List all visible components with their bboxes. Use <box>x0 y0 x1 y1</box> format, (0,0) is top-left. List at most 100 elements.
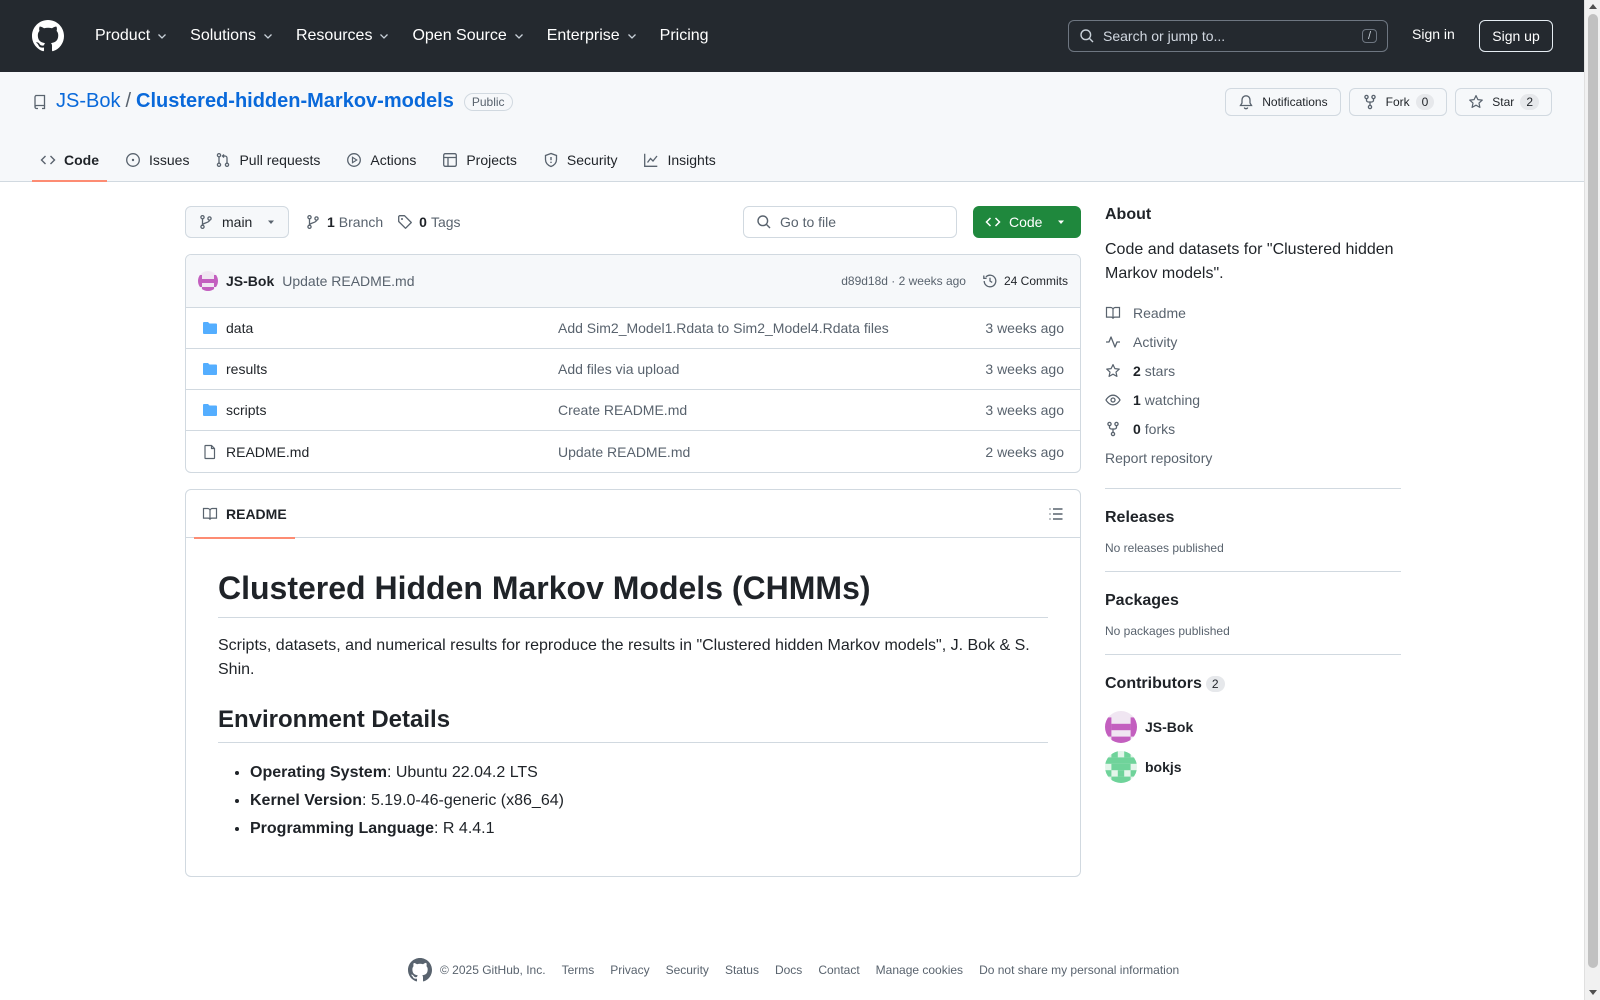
commit-author-link[interactable]: JS-Bok <box>226 273 274 289</box>
tags-link[interactable]: 0 Tags <box>397 214 461 230</box>
global-header: Product Solutions Resources Open Source … <box>0 0 1584 72</box>
page-scrollbar[interactable] <box>1584 0 1600 1000</box>
star-count: 2 <box>1520 94 1539 110</box>
file-commit-message[interactable]: Add files via upload <box>558 361 985 377</box>
file-commit-message[interactable]: Create README.md <box>558 402 985 418</box>
releases-heading[interactable]: Releases <box>1105 509 1401 527</box>
tab-label: Pull requests <box>239 152 321 168</box>
commits-link[interactable]: 24 Commits <box>982 273 1068 289</box>
env-key: Operating System <box>250 764 387 781</box>
nav-resources[interactable]: Resources <box>287 19 399 53</box>
tab-actions[interactable]: Actions <box>338 140 424 180</box>
tab-security[interactable]: Security <box>535 140 626 180</box>
top-nav: Product Solutions Resources Open Source … <box>86 19 722 53</box>
contributor-item[interactable]: bokjs <box>1105 747 1401 787</box>
github-logo-icon[interactable] <box>32 20 64 52</box>
forks-link[interactable]: 0 forks <box>1105 414 1401 443</box>
nav-enterprise[interactable]: Enterprise <box>538 19 647 53</box>
contributor-name: bokjs <box>1145 759 1182 775</box>
footer-link-contact[interactable]: Contact <box>818 963 859 977</box>
file-commit-message[interactable]: Add Sim2_Model1.Rdata to Sim2_Model4.Rda… <box>558 320 985 336</box>
forks-count: 0 <box>1133 420 1141 437</box>
tab-pull-requests[interactable]: Pull requests <box>207 140 328 180</box>
branch-count: 1 <box>327 214 335 230</box>
fork-button[interactable]: Fork 0 <box>1348 88 1448 116</box>
file-row[interactable]: data Add Sim2_Model1.Rdata to Sim2_Model… <box>186 308 1080 349</box>
commit-message-link[interactable]: Update README.md <box>282 273 841 289</box>
chevron-down-icon <box>627 34 636 39</box>
readme-tab[interactable]: README <box>194 490 295 539</box>
report-repository-link[interactable]: Report repository <box>1105 443 1401 472</box>
contributors-heading[interactable]: Contributors 2 <box>1105 675 1401 693</box>
footer-link-privacy[interactable]: Privacy <box>610 963 649 977</box>
code-icon <box>40 155 56 165</box>
file-name-link[interactable]: results <box>226 361 558 377</box>
github-logo-icon[interactable] <box>408 958 432 982</box>
tab-label: Security <box>566 152 618 168</box>
file-name-link[interactable]: README.md <box>226 444 558 460</box>
bell-icon <box>1239 95 1253 110</box>
contributor-item[interactable]: JS-Bok <box>1105 707 1401 747</box>
fork-label: Fork <box>1385 95 1410 109</box>
footer-link-security[interactable]: Security <box>666 963 709 977</box>
folder-icon <box>203 404 217 416</box>
branch-select-button[interactable]: main <box>185 206 289 238</box>
avatar[interactable] <box>198 271 218 291</box>
about-heading: About <box>1105 206 1152 223</box>
sign-in-link[interactable]: Sign in <box>1412 26 1455 42</box>
file-row[interactable]: scripts Create README.md 3 weeks ago <box>186 390 1080 431</box>
file-name-link[interactable]: data <box>226 320 558 336</box>
tab-insights[interactable]: Insights <box>635 140 723 180</box>
visibility-badge: Public <box>463 92 513 111</box>
readme-tab-label: README <box>226 505 287 522</box>
contributor-name: JS-Bok <box>1145 719 1194 735</box>
history-icon <box>983 274 997 288</box>
fork-icon <box>1363 94 1376 110</box>
star-button[interactable]: Star 2 <box>1455 88 1552 116</box>
sidebar: About Code and datasets for "Clustered h… <box>1105 206 1401 787</box>
file-date: 3 weeks ago <box>985 361 1064 377</box>
file-row[interactable]: README.md Update README.md 2 weeks ago <box>186 431 1080 472</box>
footer-link-docs[interactable]: Docs <box>775 963 802 977</box>
watching-link[interactable]: 1 watching <box>1105 385 1401 414</box>
scroll-down-arrow-icon[interactable] <box>1589 990 1597 995</box>
nav-product[interactable]: Product <box>86 19 177 53</box>
packages-heading[interactable]: Packages <box>1105 592 1401 610</box>
repo-tabs: Code Issues Pull requests Actions Projec… <box>32 140 734 182</box>
tab-projects[interactable]: Projects <box>434 140 525 180</box>
scrollbar-thumb[interactable] <box>1588 14 1598 968</box>
sign-up-button[interactable]: Sign up <box>1479 20 1553 52</box>
repo-name-link[interactable]: Clustered-hidden-Markov-models <box>136 90 454 113</box>
commit-sha-time[interactable]: d89d18d · 2 weeks ago <box>841 274 966 288</box>
file-date: 3 weeks ago <box>985 402 1064 418</box>
code-download-button[interactable]: Code <box>973 206 1081 238</box>
notifications-button[interactable]: Notifications <box>1225 88 1341 116</box>
outline-list-icon[interactable] <box>1048 506 1064 522</box>
tab-label: Code <box>64 152 99 168</box>
nav-label: Resources <box>295 27 373 44</box>
go-to-file-input[interactable]: Go to file <box>743 206 957 238</box>
activity-link[interactable]: Activity <box>1105 327 1401 356</box>
stars-link[interactable]: 2 stars <box>1105 356 1401 385</box>
repo-owner-link[interactable]: JS-Bok <box>56 90 120 113</box>
releases-section: Releases No releases published <box>1105 488 1401 555</box>
file-name-link[interactable]: scripts <box>226 402 558 418</box>
branches-link[interactable]: 1 Branch <box>305 214 383 230</box>
file-commit-message[interactable]: Update README.md <box>558 444 985 460</box>
nav-pricing[interactable]: Pricing <box>651 19 718 53</box>
nav-open-source[interactable]: Open Source <box>403 19 533 53</box>
tab-issues[interactable]: Issues <box>117 140 197 180</box>
tab-code[interactable]: Code <box>32 140 107 182</box>
readme-link[interactable]: Readme <box>1105 298 1401 327</box>
scroll-up-arrow-icon[interactable] <box>1589 4 1597 9</box>
file-row[interactable]: results Add files via upload 3 weeks ago <box>186 349 1080 390</box>
caret-down-icon <box>268 220 274 224</box>
footer-copyright: © 2025 GitHub, Inc. <box>440 963 546 977</box>
footer-link-terms[interactable]: Terms <box>562 963 595 977</box>
footer-link-manage-cookies[interactable]: Manage cookies <box>876 963 963 977</box>
nav-solutions[interactable]: Solutions <box>181 19 283 53</box>
pulse-icon <box>1106 335 1120 348</box>
footer-link-do-not-share[interactable]: Do not share my personal information <box>979 963 1179 977</box>
global-search-input[interactable]: Search or jump to... / <box>1068 20 1388 52</box>
footer-link-status[interactable]: Status <box>725 963 759 977</box>
